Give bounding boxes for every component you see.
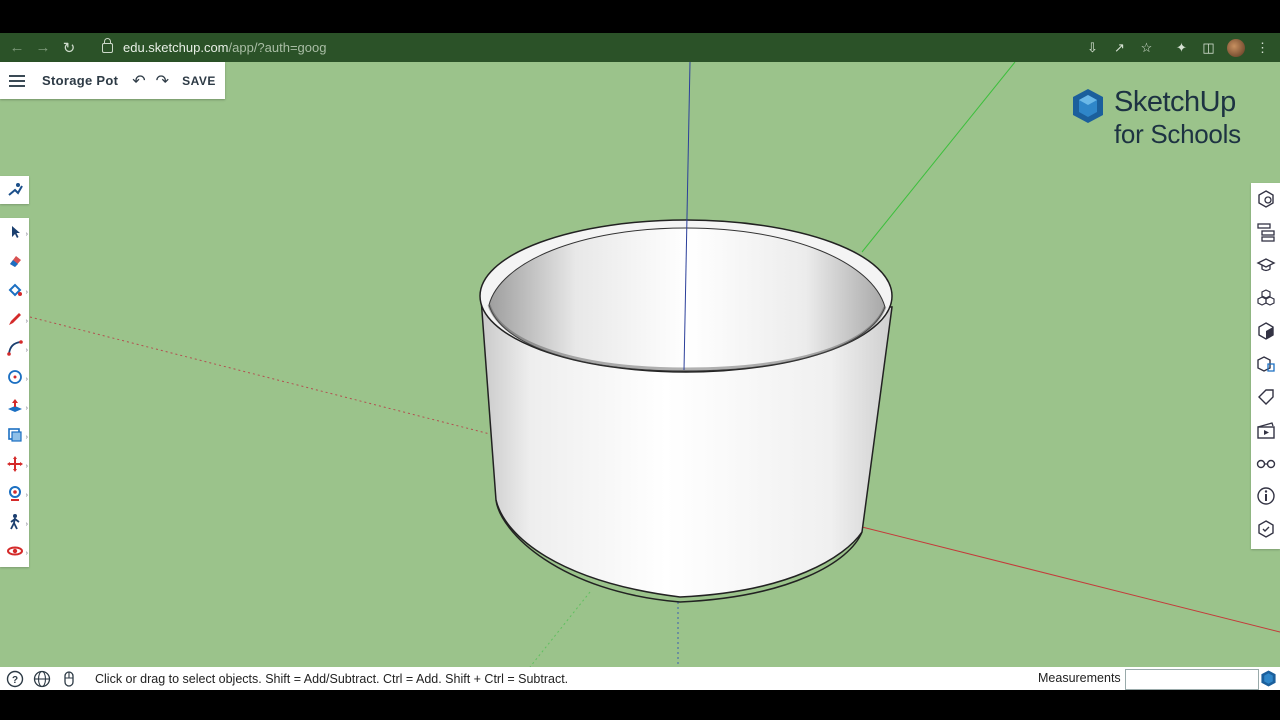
arc-icon [6,340,23,356]
sketchup-mark-icon [1073,89,1103,123]
solid-inspector-icon [1257,520,1274,538]
move-icon [6,456,23,472]
pencil-icon [8,313,21,325]
rotate-tool[interactable]: › [0,479,29,507]
tags-icon [1257,389,1274,405]
walk-icon [9,514,20,530]
undo-icon[interactable]: ↶ [132,71,145,91]
browser-toolbar: ← → ↻ edu.sketchup.com/app/?auth=goog ⇩ … [0,33,1280,62]
sketchup-logo: SketchUp for Schools [1072,86,1262,152]
redo-icon[interactable]: ↷ [156,71,169,91]
menu-dots-icon[interactable]: ⋮ [1251,36,1274,59]
entity-info-icon [1257,190,1274,208]
extensions-icon[interactable]: ✦ [1170,36,1193,59]
status-message: Click or drag to select objects. Shift =… [95,671,569,686]
svg-text:?: ? [12,675,18,686]
display-button[interactable] [1251,448,1280,478]
share-icon[interactable]: ↗ [1108,36,1131,59]
entity-info-button[interactable] [1251,184,1280,214]
paint-bucket-icon [8,283,22,297]
scenes-button[interactable] [1251,415,1280,445]
eraser-icon [9,256,21,267]
push-pull-tool[interactable]: › [0,392,29,420]
materials-button[interactable] [1251,316,1280,346]
search-runner-icon [7,183,23,196]
help-button[interactable]: ? [3,667,27,690]
install-icon[interactable]: ⇩ [1081,36,1104,59]
letterbox-top [0,0,1280,33]
lock-icon [102,37,113,53]
right-panel-toolbar [1251,183,1280,549]
reload-icon[interactable]: ↻ [56,33,82,62]
scenes-icon [1256,422,1275,439]
outliner-icon [1256,223,1275,242]
arc-tool[interactable]: › [0,334,29,362]
styles-icon [1256,356,1275,372]
orbit-icon [6,546,23,556]
forward-icon[interactable]: → [30,33,56,62]
orbit-tool[interactable]: › [0,537,29,565]
menu-icon[interactable] [9,74,25,87]
scene-canvas[interactable] [0,62,1280,667]
measurements-input[interactable] [1125,669,1259,690]
browser-actions: ⇩ ↗ ☆ ✦ ◫ ⋮ [1081,33,1274,62]
save-button[interactable]: SAVE [182,74,216,88]
rotate-icon [8,486,21,501]
circle-tool[interactable]: › [0,363,29,391]
green-axis [861,62,1016,253]
logo-line-1: SketchUp [1114,86,1236,118]
pencil-tool[interactable]: › [0,305,29,333]
red-axis [861,526,1280,633]
globe-icon [33,670,51,687]
model-title[interactable]: Storage Pot [42,73,118,88]
mouse-hint-button[interactable] [57,667,81,690]
materials-icon [1257,322,1274,340]
select-icon [11,226,20,238]
move-tool[interactable]: › [0,450,29,478]
instructor-button[interactable] [1251,250,1280,280]
avatar[interactable] [1224,36,1247,59]
outliner-button[interactable] [1251,217,1280,247]
solid-inspector-button[interactable] [1251,514,1280,544]
document-header: Storage Pot ↶ ↷ SAVE [0,62,225,99]
display-icon [1256,459,1275,469]
logo-line-2: for Schools [1114,119,1241,149]
help-icon: ? [6,670,24,687]
red-axis-dotted [29,316,491,435]
styles-button[interactable] [1251,349,1280,379]
measurements-label: Measurements [1038,671,1121,685]
sketchup-small-logo-icon [1261,670,1276,687]
eraser-tool[interactable] [0,247,29,275]
push-pull-icon [7,399,22,412]
search-tool-button[interactable] [0,176,29,204]
back-icon[interactable]: ← [4,33,30,62]
circle-icon [7,370,22,384]
left-toolbar: › › › › › › › › › › › [0,218,29,567]
url-host: edu.sketchup.com [123,40,229,55]
side-panel-icon[interactable]: ◫ [1197,36,1220,59]
address-bar[interactable]: edu.sketchup.com/app/?auth=goog [88,36,1088,59]
offset-tool[interactable]: › [0,421,29,449]
info-icon [1256,487,1275,505]
star-icon[interactable]: ☆ [1135,36,1158,59]
offset-icon [7,428,22,442]
status-bar: ? Click or drag to select objects. Shift… [0,667,1280,690]
select-tool[interactable]: › [0,218,29,246]
info-button[interactable] [1251,481,1280,511]
instructor-icon [1255,258,1276,272]
green-axis-dotted [529,591,591,667]
language-button[interactable] [30,667,54,690]
letterbox-bottom [0,690,1280,720]
url-path: /app/?auth=goog [228,40,327,55]
walk-tool[interactable]: › [0,508,29,536]
tags-button[interactable] [1251,382,1280,412]
mouse-icon [64,670,74,687]
components-button[interactable] [1251,283,1280,313]
paint-bucket-tool[interactable]: › [0,276,29,304]
components-icon [1256,289,1275,306]
model-viewport[interactable] [0,62,1280,667]
